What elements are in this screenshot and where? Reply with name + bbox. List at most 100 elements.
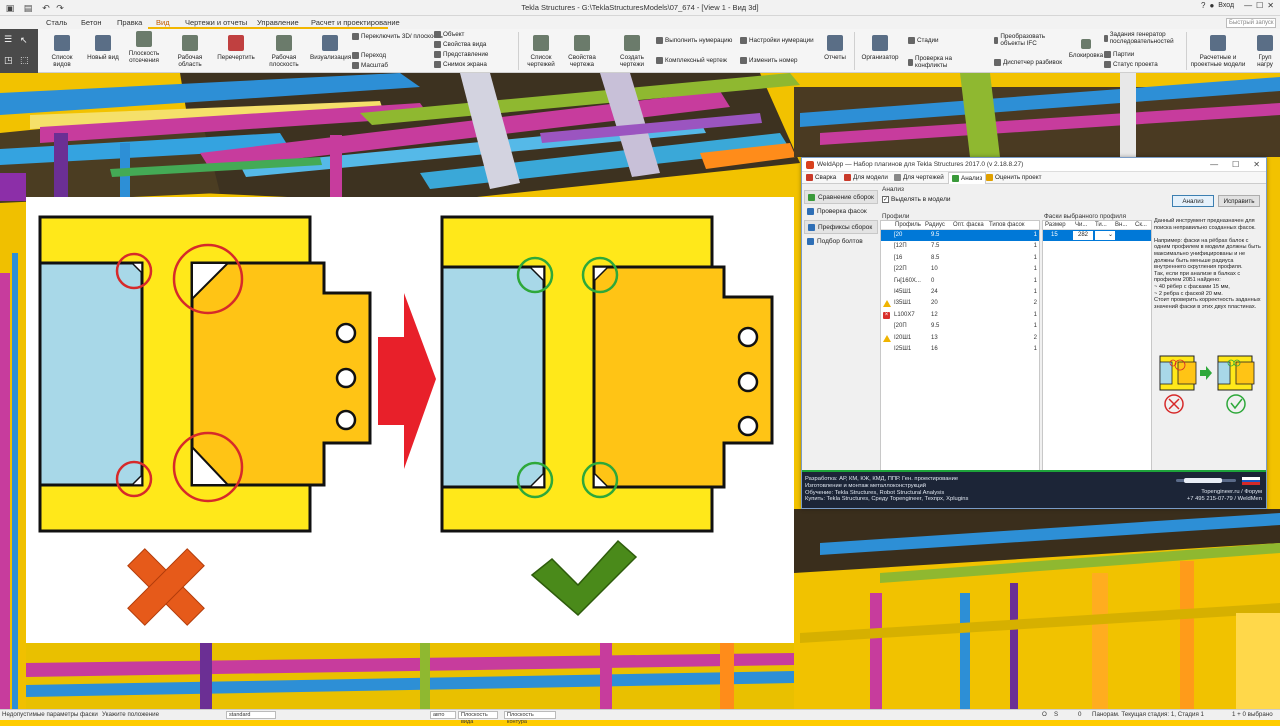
fly-button[interactable]: Переход <box>352 52 386 59</box>
table-row[interactable]: [12П 7.5 1 <box>881 241 1039 252</box>
ortho-indicator[interactable]: O <box>1042 711 1047 718</box>
table-row[interactable]: I20Ш1 13 2 <box>881 333 1039 344</box>
phases-button[interactable]: Стадии <box>908 37 939 44</box>
minimize-button[interactable]: — <box>1210 160 1218 169</box>
table-row[interactable]: I35Ш1 20 2 <box>881 298 1039 309</box>
project-status-button[interactable]: Статус проекта <box>1104 61 1158 68</box>
table-row[interactable]: [20 9.5 1 <box>881 230 1039 242</box>
table-row[interactable]: I25Ш1 16 1 <box>881 344 1039 355</box>
multi-drawing-button[interactable]: Комплексный чертеж <box>656 57 727 64</box>
table-row[interactable]: [20П 9.5 1 <box>881 321 1039 332</box>
pointer-icon[interactable]: ↖ <box>20 35 28 46</box>
sequence-button[interactable]: Задания генератор последовательностей <box>1104 31 1174 45</box>
sidebar-item-bolt-selection[interactable]: Подбор болтов <box>804 235 878 249</box>
col-bevel[interactable]: Ск... <box>1133 221 1151 229</box>
tab-rate-project[interactable]: Оценить проект <box>986 174 1041 181</box>
tab-welding[interactable]: Сварка <box>806 174 836 181</box>
clip-plane-button[interactable]: Плоскость отсечения <box>126 27 162 64</box>
drawing-list-button[interactable]: Список чертежей <box>524 31 558 68</box>
lots-button[interactable]: Партии <box>1104 51 1134 58</box>
tab-steel[interactable]: Сталь <box>46 18 67 27</box>
drawing-properties-button[interactable]: Свойства чертежа <box>562 31 602 68</box>
analysis-models-button[interactable]: Расчетные и проектные модели <box>1190 31 1246 68</box>
screenshot-button[interactable]: Снимок экрана <box>434 61 487 68</box>
tab-for-model[interactable]: Для модели <box>844 174 888 181</box>
object-button[interactable]: Объект <box>434 31 464 38</box>
table-row[interactable]: × L100X7 12 1 <box>881 310 1039 321</box>
redraw-button[interactable]: Перечертить <box>216 31 256 61</box>
numbering-settings-button[interactable]: Настройки нумерации <box>740 37 814 44</box>
table-row[interactable]: I45Ш1 24 1 <box>881 287 1039 298</box>
organizer-button[interactable]: Организатор <box>860 31 900 61</box>
col-size[interactable]: Размер <box>1043 221 1073 229</box>
maximize-button[interactable]: ☐ <box>1256 1 1263 10</box>
tab-manage[interactable]: Управление <box>257 18 299 27</box>
numbering-button[interactable]: Выполнить нумерацию <box>656 37 732 44</box>
work-plane-button[interactable]: Рабочая плоскость <box>264 31 304 68</box>
zoom-button[interactable]: Масштаб <box>352 62 388 69</box>
fix-button[interactable]: Исправить <box>1218 195 1260 207</box>
plane-dropdown[interactable]: Плоскость вида <box>458 711 498 725</box>
reports-button[interactable]: Отчеты <box>820 31 850 61</box>
sequence-label: Задания генератор последовательностей <box>1109 31 1174 45</box>
tab-edit[interactable]: Правка <box>117 18 142 27</box>
representation-button[interactable]: Представление <box>434 51 488 58</box>
tab-analysis[interactable]: Анализ <box>948 172 987 184</box>
menu-icon[interactable]: ☰ <box>4 34 12 45</box>
user-icon[interactable]: ● <box>1209 1 1214 10</box>
maximize-button[interactable]: ☐ <box>1232 160 1239 169</box>
chamfer-type-dropdown[interactable]: ⌄ <box>1095 231 1115 240</box>
analyze-button[interactable]: Анализ <box>1172 195 1214 207</box>
minimize-button[interactable]: — <box>1244 1 1252 10</box>
col-count[interactable]: Чи... <box>1073 221 1093 229</box>
language-flag-icon[interactable] <box>1242 477 1260 485</box>
new-view-button[interactable]: Новый вид <box>86 31 120 61</box>
chamfer-row[interactable]: 15 282 ⌄ <box>1043 230 1151 241</box>
clash-check-button[interactable]: Проверка на конфликты <box>908 55 966 69</box>
snap-mode-dropdown[interactable]: авто <box>430 711 456 719</box>
tab-view[interactable]: Вид <box>156 18 170 27</box>
quick-launch-input[interactable]: Быстрый запуск <box>1226 18 1276 28</box>
settings-dropdown[interactable]: standard <box>226 711 276 719</box>
view-properties-button[interactable]: Свойства вида <box>434 41 486 48</box>
close-button[interactable]: ✕ <box>1267 1 1274 10</box>
load-groups-button[interactable]: Груп нагру <box>1252 31 1278 68</box>
visualization-button[interactable]: Визуализация <box>310 31 351 61</box>
layout-manager-button[interactable]: Диспетчер разбивок <box>994 59 1062 66</box>
close-button[interactable]: ✕ <box>1253 160 1260 169</box>
work-area-button[interactable]: Рабочая область <box>166 31 214 68</box>
col-type[interactable]: Ти... <box>1093 221 1113 229</box>
create-drawings-button[interactable]: Создать чертежи <box>614 31 650 68</box>
sidebar-item-assembly-prefixes[interactable]: Префиксы сборок <box>804 220 878 234</box>
sidebar-item-compare-assemblies[interactable]: Сравнение сборок <box>804 190 878 204</box>
snap-indicator[interactable]: S <box>1054 711 1058 718</box>
select-in-model-checkbox[interactable]: ✓ Выделять в модели <box>882 196 951 203</box>
ifc-convert-button[interactable]: Преобразовать объекты IFC <box>994 33 1052 47</box>
change-number-button[interactable]: Изменить номер <box>740 57 797 64</box>
col-inner[interactable]: Вн... <box>1113 221 1133 229</box>
view-list-button[interactable]: Список видов <box>42 31 82 68</box>
footer-contacts[interactable]: Topengineer.ru / Форум +7 495 215-07-79 … <box>1187 489 1262 503</box>
chamfer-count[interactable]: 282 <box>1073 231 1093 240</box>
tab-concrete[interactable]: Бетон <box>81 18 102 27</box>
session-lock-button[interactable]: Блокировка сеансов <box>1068 35 1104 59</box>
login-link[interactable]: Вход <box>1218 2 1234 9</box>
tab-drawings-reports[interactable]: Чертежи и отчеты <box>185 18 247 27</box>
object-label: Объект <box>443 31 465 38</box>
tab-analysis-design[interactable]: Расчет и проектирование <box>311 18 400 27</box>
table-row[interactable]: [16 8.5 1 <box>881 253 1039 264</box>
contour-plane-dropdown[interactable]: Плоскость контура <box>504 711 556 725</box>
col-profile[interactable]: Профиль <box>893 221 923 229</box>
help-icon[interactable]: ? <box>1201 1 1205 10</box>
toggle-3d-button[interactable]: Переключить 3D/ плоскость <box>352 33 443 40</box>
col-radius[interactable]: Радиус <box>923 221 951 229</box>
table-row[interactable]: Гн[160Х... 0 1 <box>881 276 1039 287</box>
select-icon[interactable]: ⬚ <box>20 55 29 66</box>
table-row[interactable]: [22П 10 1 <box>881 264 1039 275</box>
col-optimal-chamfer[interactable]: Опт. фаска <box>951 221 987 229</box>
col-chamfer-types[interactable]: Типов фасок <box>987 221 1039 229</box>
tab-for-drawings[interactable]: Для чертежей <box>894 174 944 181</box>
opacity-slider[interactable] <box>1176 478 1236 483</box>
snap-icon[interactable]: ◳ <box>4 55 13 66</box>
sidebar-item-check-chamfers[interactable]: Проверка фасок <box>804 205 878 219</box>
